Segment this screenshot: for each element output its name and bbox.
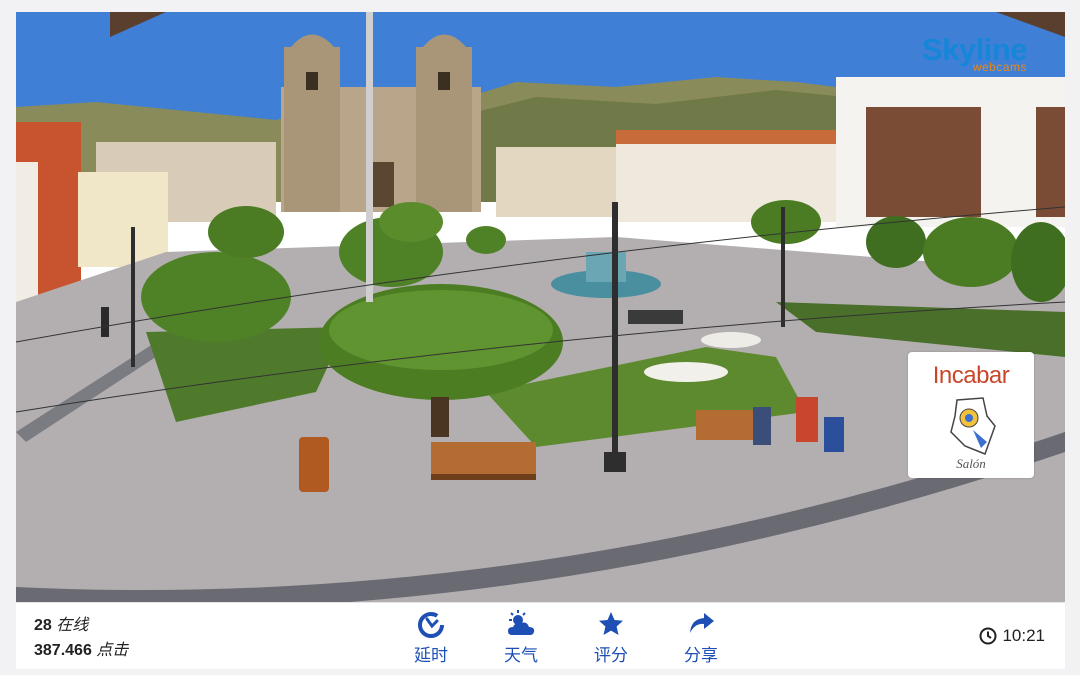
local-time: 10:21 <box>979 626 1045 646</box>
viewer-stats: 28 在线 387.466 点击 <box>34 613 128 663</box>
sponsor-title: Incabar <box>932 362 1010 389</box>
online-count: 28 <box>34 617 52 634</box>
skyline-webcams-logo: Skyline webcams <box>922 34 1028 73</box>
clock-time: 10:21 <box>1002 626 1045 645</box>
share-button[interactable]: 分享 <box>656 609 746 666</box>
weather-icon <box>508 610 535 635</box>
online-stat: 28 在线 <box>34 613 128 638</box>
clicks-stat: 387.466 点击 <box>34 638 128 663</box>
weather-label: 天气 <box>504 646 538 665</box>
player-toolbar: 28 在线 387.466 点击 延时 天气 评分 分享 10:21 <box>16 602 1065 669</box>
timelapse-label: 延时 <box>414 646 448 665</box>
timelapse-icon <box>418 612 444 638</box>
sponsor-emblem-icon <box>950 397 996 455</box>
webcam-video[interactable]: Skyline webcams Incabar Salón <box>16 12 1065 602</box>
share-label: 分享 <box>684 646 718 665</box>
weather-button[interactable]: 天气 <box>476 609 566 666</box>
star-icon <box>599 612 623 635</box>
clock-icon <box>979 627 997 645</box>
webcam-scene <box>16 12 1065 602</box>
online-label: 在线 <box>56 617 89 634</box>
rating-button[interactable]: 评分 <box>566 609 656 666</box>
clicks-count: 387.466 <box>34 642 92 659</box>
clicks-label: 点击 <box>96 642 129 659</box>
action-buttons: 延时 天气 评分 分享 <box>386 609 746 666</box>
rating-label: 评分 <box>594 646 628 665</box>
share-icon <box>690 613 714 633</box>
webcam-player: Skyline webcams Incabar Salón 28 在线 387.… <box>16 12 1065 669</box>
timelapse-button[interactable]: 延时 <box>386 609 476 666</box>
sponsor-badge[interactable]: Incabar Salón <box>908 352 1034 478</box>
sponsor-subtitle: Salón <box>956 456 986 471</box>
